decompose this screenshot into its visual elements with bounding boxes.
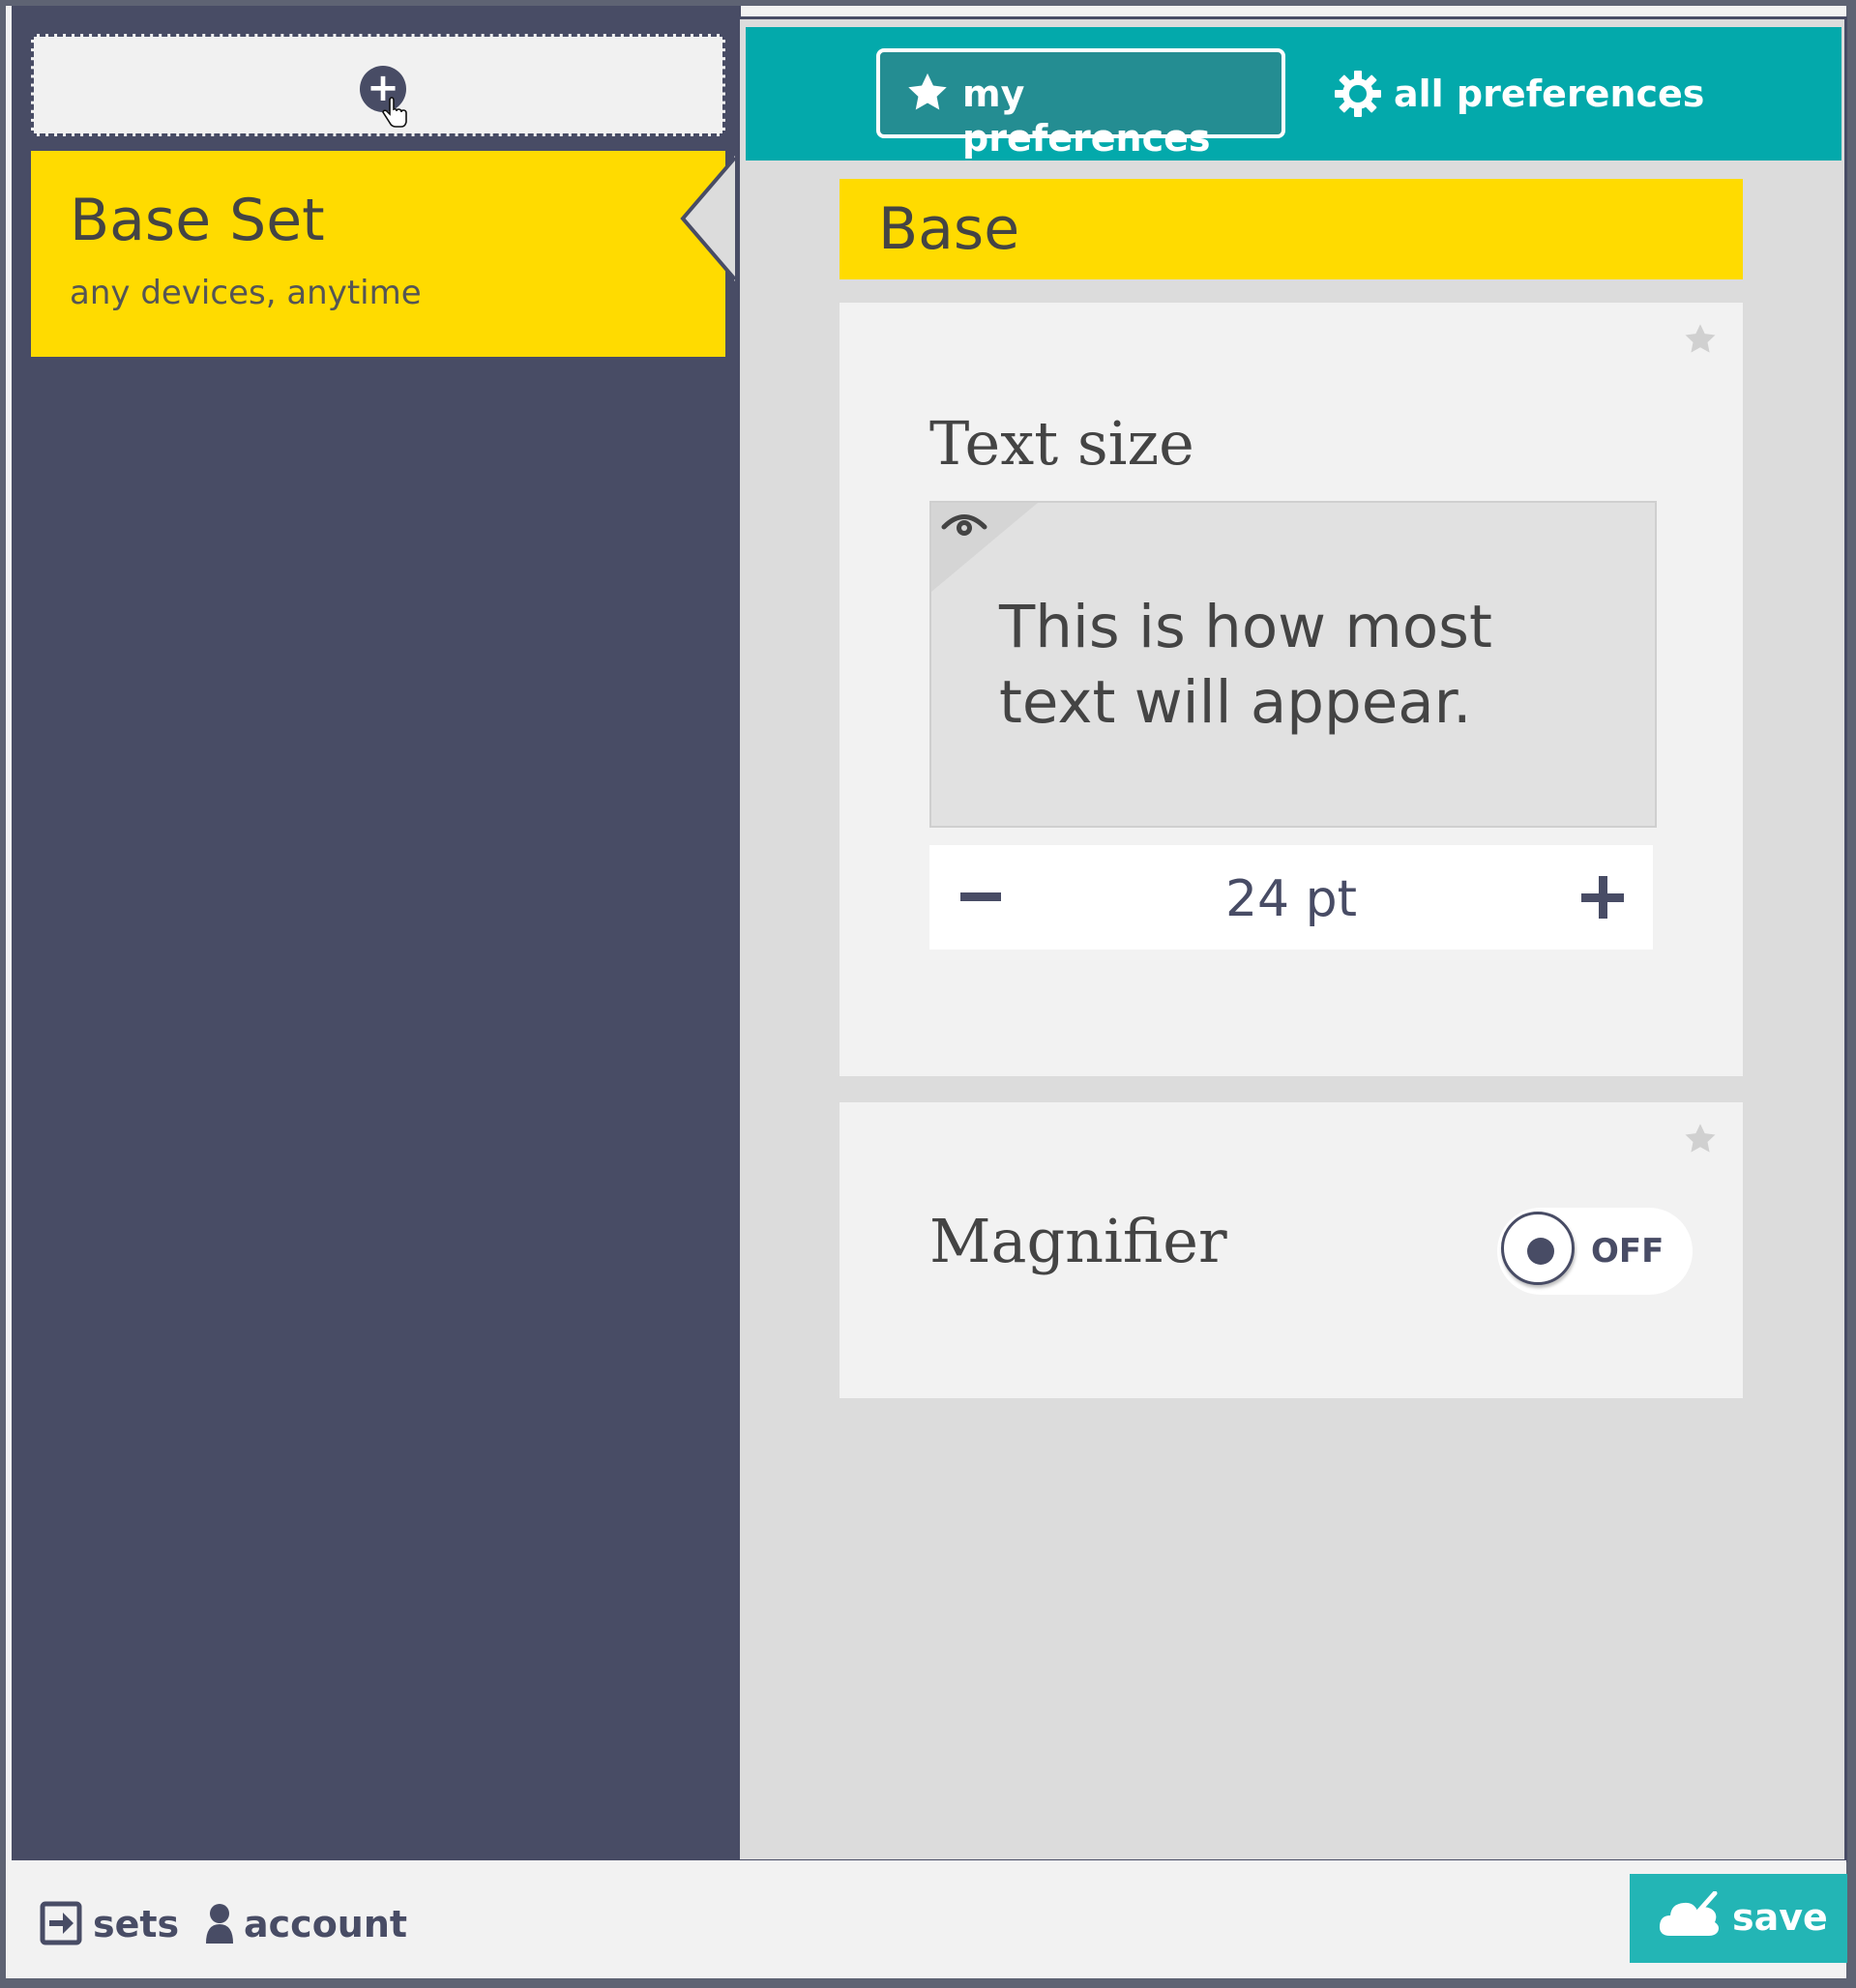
text-size-title: Text size — [929, 408, 1194, 479]
toggle-knob — [1501, 1212, 1575, 1285]
sets-label: sets — [93, 1903, 180, 1945]
bottom-bar: sets account save — [12, 1860, 1847, 1978]
set-subtitle: any devices, anytime — [70, 274, 422, 312]
hand-cursor-icon — [382, 97, 407, 128]
decrease-button[interactable] — [949, 869, 1007, 925]
save-label: save — [1732, 1896, 1828, 1939]
tab-label: all preferences — [1394, 73, 1705, 115]
tab-my-preferences[interactable]: my preferences — [876, 48, 1285, 160]
tab-label: my preferences — [962, 73, 1211, 160]
preview-text: This is how most text will appear. — [999, 593, 1492, 737]
set-card-base[interactable]: Base Set any devices, anytime — [31, 151, 725, 357]
account-label: account — [244, 1903, 408, 1945]
preferences-panel: my preferences all preferences Base Text… — [737, 16, 1847, 1862]
group-header: Base — [840, 179, 1743, 279]
preferences-tab-bar: my preferences all preferences — [746, 27, 1841, 161]
tab-all-preferences[interactable]: all preferences — [1334, 48, 1711, 138]
star-icon[interactable] — [1683, 1122, 1718, 1156]
text-size-stepper: 24 pt — [929, 845, 1653, 950]
magnifier-toggle[interactable]: OFF — [1497, 1208, 1693, 1295]
gear-icon — [1335, 71, 1381, 117]
increase-button[interactable] — [1573, 869, 1631, 925]
magnifier-card: Magnifier OFF — [840, 1102, 1743, 1398]
selection-pointer — [680, 156, 737, 281]
star-icon[interactable] — [1683, 322, 1718, 357]
toggle-state: OFF — [1591, 1232, 1665, 1271]
save-button[interactable]: save — [1630, 1874, 1847, 1963]
star-icon — [908, 73, 947, 110]
group-title: Base — [878, 195, 1020, 263]
sidebar: + Base Set any devices, anytime — [12, 6, 741, 1860]
text-size-value: 24 pt — [1224, 870, 1358, 928]
user-icon — [206, 1904, 233, 1944]
cloud-check-icon — [1659, 1891, 1719, 1936]
set-name: Base Set — [70, 187, 325, 254]
add-set-button[interactable]: + — [31, 34, 725, 136]
text-size-preview: This is how most text will appear. — [929, 501, 1657, 828]
text-size-card: Text size This is how most text will app… — [840, 303, 1743, 1076]
sign-in-icon — [40, 1901, 82, 1945]
magnifier-title: Magnifier — [929, 1206, 1227, 1276]
eye-icon — [941, 514, 987, 536]
app-window: + Base Set any devices, anytime my prefe… — [6, 6, 1847, 1978]
